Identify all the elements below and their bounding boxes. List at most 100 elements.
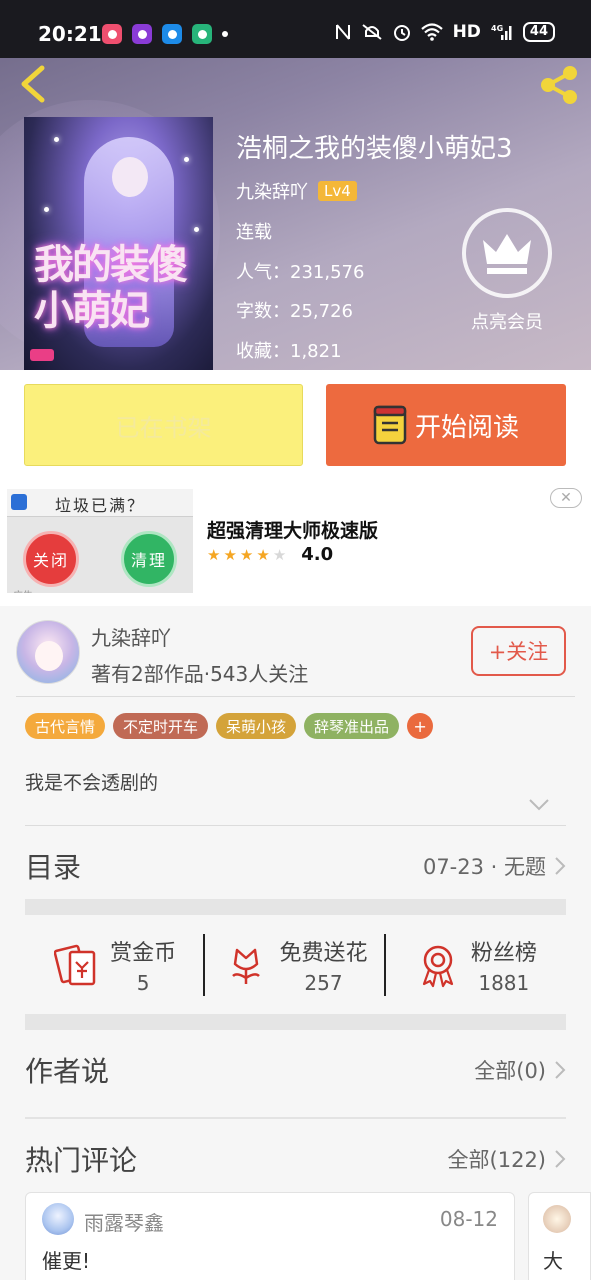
medal-icon [422,945,453,988]
book-popularity: 人气：231,576 [236,262,365,283]
signal-icon: 4G [491,24,512,40]
star-icon: ★ [223,545,237,564]
book-word-count: 字数：25,726 [236,301,353,322]
ad-image[interactable]: 垃圾已满？ 关闭 清理 广告 [7,489,193,593]
hot-comments-all: 全部(122) [448,1144,566,1174]
comment-date: 08-12 [439,1207,498,1231]
app-notification-icon [102,24,122,44]
cover-sparkle [44,207,49,212]
hot-comments-row[interactable]: 热门评论 全部(122) [25,1139,566,1179]
book-status: 连载 [236,222,272,243]
tag[interactable]: 辞琴准出品 [304,713,400,739]
commenter-avatar[interactable] [42,1203,74,1235]
author-says-title: 作者说 [25,1055,110,1088]
catalog-latest-chapter: 07-23 · 无题 [422,855,546,879]
reward-fans-count: 1881 [478,971,530,995]
cover-badge [30,349,54,361]
battery-level: 44 [522,22,555,42]
cover-sparkle [54,137,59,142]
reward-flower-count: 257 [304,971,343,995]
status-time: 20:21 [38,22,102,46]
author-level-badge: Lv4 [318,181,357,201]
catalog-title: 目录 [25,851,82,884]
commenter-name[interactable]: 雨露琴鑫 [84,1207,164,1236]
notification-icons [102,24,228,44]
star-icon: ★ [256,545,270,564]
tag[interactable]: 古代言情 [25,713,106,739]
start-reading-button[interactable]: 开始阅读 [326,384,566,466]
catalog-row[interactable]: 目录 07-23 · 无题 [25,846,566,886]
ad-close-icon[interactable]: ✕ [550,488,582,508]
commenter-avatar[interactable] [543,1205,571,1233]
comment-text: 大 [543,1249,563,1273]
reward-fans-label: 粉丝榜 [470,941,537,966]
tag-list: 古代言情 不定时开车 呆萌小孩 辞琴准出品 + [25,713,434,739]
author-name[interactable]: 九染辞吖 [91,622,171,651]
section-separator [25,1014,566,1030]
ad-banner[interactable]: 垃圾已满？ 关闭 清理 广告 超强清理大师极速版 ★ ★ ★ ★ ★ 4.0 ✕ [0,480,591,606]
follow-button[interactable]: +关注 [471,626,566,676]
chevron-right-icon [555,1061,566,1079]
author-avatar[interactable] [16,620,80,684]
more-notifications-dot [222,31,228,37]
ad-title[interactable]: 超强清理大师极速版 [207,516,378,543]
cover-sparkle [184,157,189,162]
catalog-latest: 07-23 · 无题 [423,851,566,881]
mute-icon [361,24,382,40]
reward-coin[interactable]: 赏金币 5 [25,930,206,1000]
comment-card[interactable]: 大 [528,1192,591,1280]
status-bar: 20:21 HD 4G 44 [0,0,591,58]
comment-card[interactable]: 雨露琴鑫 08-12 催更! [25,1192,515,1280]
reward-fans[interactable]: 粉丝榜 1881 [386,930,566,1000]
start-reading-label: 开始阅读 [414,412,519,443]
divider [25,1117,566,1119]
divider [16,696,575,697]
ad-rating-score: 4.0 [301,544,334,565]
status-right: HD 4G 44 [335,22,555,42]
expand-chevron-down-icon[interactable] [528,798,550,812]
hot-comments-title: 热门评论 [25,1144,138,1177]
ad-tag: 广告 [13,587,33,593]
author-says-row[interactable]: 作者说 全部(0) [25,1050,566,1090]
star-empty-icon: ★ [272,545,287,564]
tag[interactable]: 不定时开车 [113,713,209,739]
book-actions: 已在书架 开始阅读 [0,370,591,480]
network-label: HD [452,22,481,42]
book-favorites: 收藏：1,821 [236,341,342,362]
more-tags-button[interactable]: + [407,713,434,739]
rewards-bar: 赏金币 5 免费送花 257 粉丝榜 1881 [25,930,566,1000]
tag[interactable]: 呆萌小孩 [216,713,297,739]
book-author[interactable]: 九染辞吖 [236,178,308,204]
book-author-row: 九染辞吖 Lv4 [236,178,357,204]
red-envelope-icon [54,944,96,986]
vip-crown-button[interactable] [462,208,552,298]
in-shelf-button[interactable]: 已在书架 [24,384,303,466]
author-says-all: 全部(0) [474,1055,566,1085]
hot-comments-count: 全部(122) [447,1148,546,1172]
app-notification-icon [192,24,212,44]
reward-coin-label: 赏金币 [110,941,177,966]
signal-label: 4G [491,24,503,33]
reward-flower[interactable]: 免费送花 257 [205,930,386,1000]
book-cover[interactable]: 我的装傻小萌妃 [24,117,213,370]
author-stats: 著有2部作品·543人关注 [91,662,309,686]
ad-image-clean-button: 清理 [121,531,177,587]
app-notification-icon [132,24,152,44]
cover-figure-face [112,157,148,197]
book-icon [373,405,407,445]
share-icon[interactable] [536,62,582,108]
vip-label[interactable]: 点亮会员 [462,308,552,334]
ad-image-question: 垃圾已满？ [54,496,145,515]
ad-image-close-button: 关闭 [23,531,79,587]
star-icon: ★ [207,545,221,564]
cover-title-text: 我的装傻小萌妃 [34,242,188,334]
ad-rating: ★ ★ ★ ★ ★ 4.0 [207,544,333,565]
alarm-icon [393,25,410,41]
nfc-icon [335,24,350,40]
app-notification-icon [162,24,182,44]
back-chevron-left-icon[interactable] [14,62,50,106]
crown-icon [483,234,531,274]
comment-text: 催更! [42,1249,91,1273]
divider [25,825,566,826]
chevron-right-icon [555,1150,566,1168]
